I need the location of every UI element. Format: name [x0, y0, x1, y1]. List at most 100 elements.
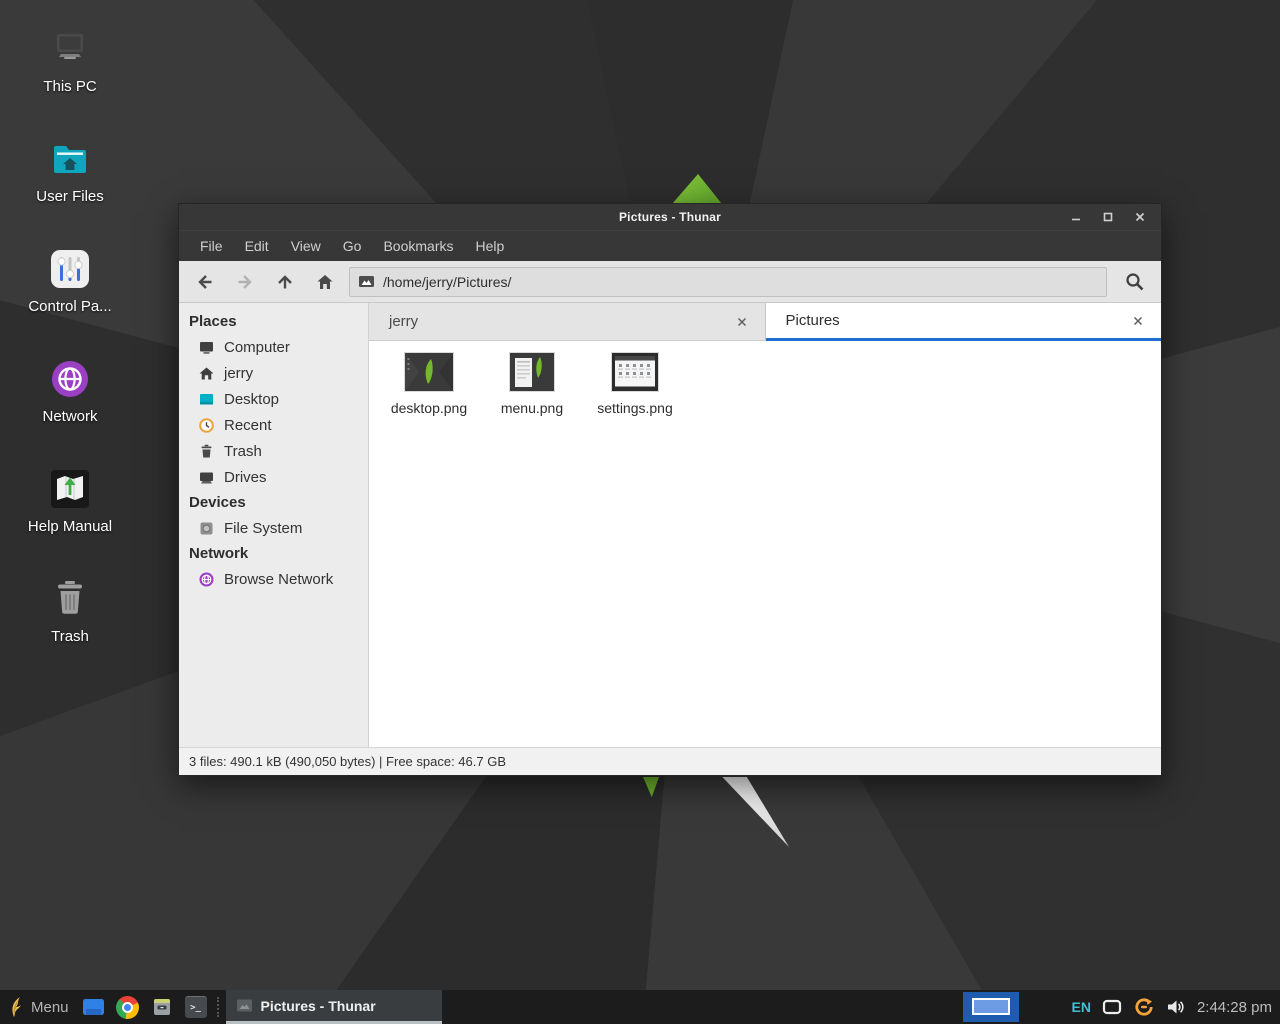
- chrome-icon: [116, 996, 139, 1019]
- tab-close-button[interactable]: [733, 313, 751, 331]
- file-settings-png[interactable]: settings.png: [585, 353, 685, 416]
- this-pc-icon: [47, 26, 93, 72]
- help-manual-icon: [47, 466, 93, 512]
- path-text: /home/jerry/Pictures/: [383, 274, 511, 290]
- forward-button[interactable]: [225, 266, 265, 298]
- language-indicator[interactable]: EN: [1071, 999, 1090, 1015]
- file-name: desktop.png: [379, 400, 479, 416]
- desktop-icon-help-manual[interactable]: Help Manual: [18, 466, 122, 535]
- status-text: 3 files: 490.1 kB (490,050 bytes) | Free…: [189, 754, 506, 769]
- launcher-file-cabinet[interactable]: [145, 990, 179, 1024]
- sidebar-item-jerry[interactable]: jerry: [179, 360, 368, 386]
- settings-png-thumbnail: [612, 353, 658, 391]
- close-icon: [737, 317, 747, 327]
- menu-button-label: Menu: [31, 999, 69, 1016]
- launcher-terminal[interactable]: >_: [179, 990, 213, 1024]
- tab-label: Pictures: [786, 312, 1130, 329]
- sidebar-item-label: jerry: [224, 365, 253, 382]
- path-field[interactable]: /home/jerry/Pictures/: [349, 267, 1107, 297]
- tab-jerry[interactable]: jerry: [369, 303, 766, 341]
- language-label: EN: [1071, 999, 1090, 1015]
- sidebar-item-trash[interactable]: Trash: [179, 438, 368, 464]
- window-titlebar[interactable]: Pictures - Thunar: [179, 204, 1161, 230]
- sidebar-item-desktop[interactable]: Desktop: [179, 386, 368, 412]
- sidebar-item-label: Trash: [224, 443, 262, 460]
- forward-icon: [235, 272, 255, 292]
- desktop-icon-label: Help Manual: [18, 518, 122, 535]
- workspace-pager[interactable]: [963, 992, 1019, 1022]
- updates-tray-button[interactable]: [1133, 996, 1155, 1018]
- close-button[interactable]: [1129, 207, 1151, 227]
- toolbar: /home/jerry/Pictures/: [179, 261, 1161, 303]
- volume-tray-button[interactable]: [1166, 998, 1186, 1016]
- desktop-icon-trash[interactable]: Trash: [18, 576, 122, 645]
- panel-separator[interactable]: [217, 997, 223, 1017]
- desktop-icon-this-pc[interactable]: This PC: [18, 26, 122, 95]
- back-button[interactable]: [185, 266, 225, 298]
- sidebar-item-computer[interactable]: Computer: [179, 334, 368, 360]
- desktop-icon-network[interactable]: Network: [18, 356, 122, 425]
- home-button[interactable]: [305, 266, 345, 298]
- sidebar-item-label: Recent: [224, 417, 272, 434]
- tab-bar: jerry Pictures: [369, 303, 1161, 341]
- file-desktop-png[interactable]: desktop.png: [379, 353, 479, 416]
- speaker-icon: [1166, 998, 1186, 1016]
- task-button-thunar[interactable]: Pictures - Thunar: [226, 990, 442, 1024]
- menu-png-thumbnail: [510, 353, 554, 391]
- maximize-icon: [1102, 211, 1114, 223]
- sidebar: Places Computer jerry Desktop Recent Tra…: [179, 303, 369, 747]
- sidebar-item-browse-network[interactable]: Browse Network: [179, 566, 368, 592]
- network-globe-icon: [47, 356, 93, 402]
- desktop-icon-control-panel[interactable]: Control Pa...: [18, 246, 122, 315]
- status-bar: 3 files: 490.1 kB (490,050 bytes) | Free…: [179, 747, 1161, 775]
- taskbar: Menu >_ Pictures - Thunar: [0, 990, 1280, 1024]
- sidebar-item-label: Computer: [224, 339, 290, 356]
- file-system-drive-icon: [198, 520, 215, 537]
- maximize-button[interactable]: [1097, 207, 1119, 227]
- desktop-icon-label: Control Pa...: [18, 298, 122, 315]
- sidebar-item-file-system[interactable]: File System: [179, 515, 368, 541]
- network-header: Network: [179, 541, 368, 566]
- desktop-icon-label: Network: [18, 408, 122, 425]
- clock[interactable]: 2:44:28 pm: [1197, 999, 1272, 1016]
- menu-bookmarks[interactable]: Bookmarks: [372, 238, 464, 254]
- menubar: File Edit View Go Bookmarks Help: [179, 230, 1161, 261]
- task-window-icon: [236, 998, 253, 1013]
- places-header: Places: [179, 309, 368, 334]
- file-cabinet-icon: [151, 996, 173, 1018]
- menu-view[interactable]: View: [280, 238, 332, 254]
- feather-menu-icon: [8, 996, 24, 1018]
- up-icon: [275, 272, 295, 292]
- sidebar-item-drives[interactable]: Drives: [179, 464, 368, 490]
- desktop-icon-label: Trash: [18, 628, 122, 645]
- terminal-icon: >_: [185, 996, 207, 1018]
- user-files-folder-icon: [47, 136, 93, 182]
- sidebar-item-label: Drives: [224, 469, 267, 486]
- window-title: Pictures - Thunar: [179, 210, 1161, 224]
- file-manager-icon: [82, 997, 105, 1017]
- menu-help[interactable]: Help: [465, 238, 516, 254]
- system-tray: EN 2:44:28 pm: [963, 990, 1280, 1024]
- launcher-chrome[interactable]: [111, 990, 145, 1024]
- minimize-button[interactable]: [1065, 207, 1087, 227]
- terminal-prompt-glyph: >_: [190, 1003, 201, 1013]
- file-menu-png[interactable]: menu.png: [482, 353, 582, 416]
- trash-can-icon: [47, 576, 93, 622]
- tab-close-button[interactable]: [1129, 312, 1147, 330]
- tab-pictures[interactable]: Pictures: [766, 303, 1162, 341]
- menu-go[interactable]: Go: [332, 238, 373, 254]
- menu-edit[interactable]: Edit: [234, 238, 280, 254]
- pager-active-window: [972, 998, 1010, 1015]
- control-panel-icon: [47, 246, 93, 292]
- search-button[interactable]: [1115, 266, 1155, 298]
- menu-file[interactable]: File: [189, 238, 234, 254]
- display-tray-button[interactable]: [1102, 999, 1122, 1015]
- launcher-file-manager[interactable]: [77, 990, 111, 1024]
- desktop-icon-user-files[interactable]: User Files: [18, 136, 122, 205]
- browse-network-globe-icon: [198, 571, 215, 588]
- image-file-icon: [358, 274, 375, 289]
- back-icon: [195, 272, 215, 292]
- up-button[interactable]: [265, 266, 305, 298]
- sidebar-item-recent[interactable]: Recent: [179, 412, 368, 438]
- menu-button[interactable]: Menu: [0, 990, 77, 1024]
